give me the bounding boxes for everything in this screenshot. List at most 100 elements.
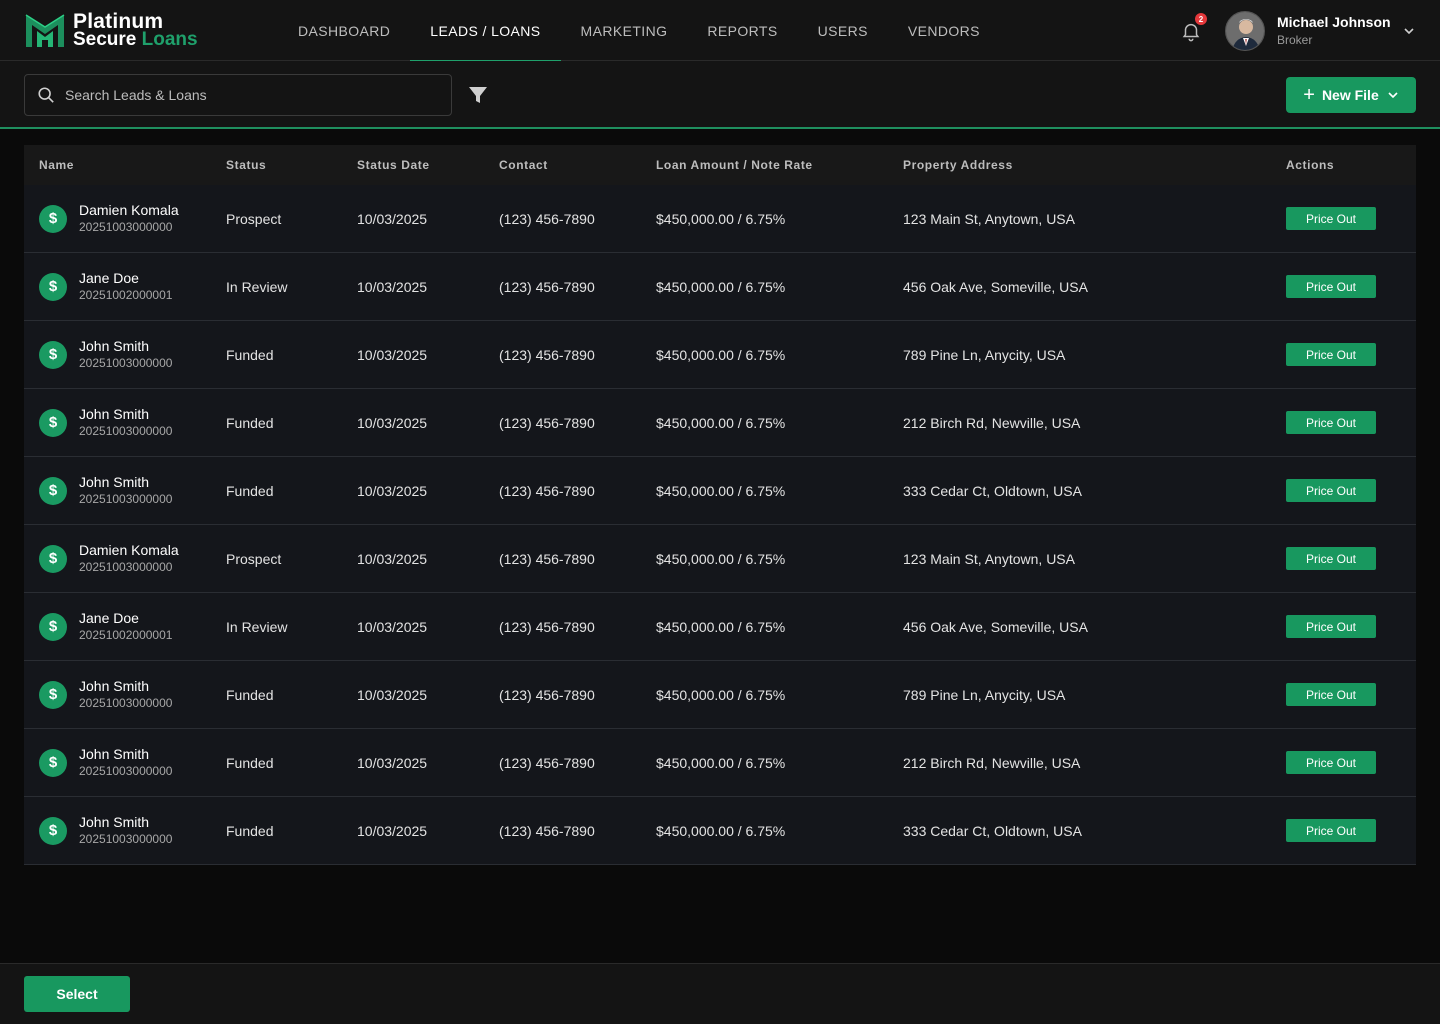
status-date-cell: 10/03/2025 <box>357 278 428 295</box>
borrower-name[interactable]: John Smith <box>79 406 172 423</box>
header-status-date[interactable]: Status Date <box>357 158 499 172</box>
table-row[interactable]: $ John Smith 20251003000000 Funded 10/03/202… <box>24 457 1416 525</box>
loan-id: 20251003000000 <box>79 559 173 574</box>
status-date-cell: 10/03/2025 <box>357 618 428 635</box>
actions-cell: Price Out <box>1286 751 1416 774</box>
borrower-name[interactable]: Damien Komala <box>79 202 179 219</box>
property-address-cell: 123 Main St, Anytown, USA <box>903 550 1075 567</box>
nav-reports[interactable]: REPORTS <box>687 0 797 61</box>
toolbar: + New File <box>0 61 1440 129</box>
logo-subtitle: Secure Loans <box>73 29 198 50</box>
select-button[interactable]: Select <box>24 976 130 1012</box>
table-row[interactable]: $ John Smith 20251003000000 Funded 10/03/202… <box>24 661 1416 729</box>
actions-cell: Price Out <box>1286 479 1416 502</box>
header-loan-amount[interactable]: Loan Amount / Note Rate <box>656 158 903 172</box>
contact-cell: (123) 456-7890 <box>499 482 595 499</box>
borrower-name[interactable]: Jane Doe <box>79 270 172 287</box>
contact-cell: (123) 456-7890 <box>499 686 595 703</box>
chevron-down-icon <box>1388 92 1398 99</box>
status-cell: Funded <box>226 482 274 499</box>
contact-cell: (123) 456-7890 <box>499 346 595 363</box>
price-out-button[interactable]: Price Out <box>1286 615 1376 638</box>
price-out-button[interactable]: Price Out <box>1286 683 1376 706</box>
new-file-button[interactable]: + New File <box>1286 77 1416 113</box>
search-input[interactable] <box>65 87 425 103</box>
property-address-cell: 123 Main St, Anytown, USA <box>903 210 1075 227</box>
property-address-cell: 456 Oak Ave, Someville, USA <box>903 618 1088 635</box>
borrower-name[interactable]: John Smith <box>79 474 172 491</box>
avatar[interactable] <box>1225 11 1265 51</box>
status-cell: Funded <box>226 754 274 771</box>
header-contact[interactable]: Contact <box>499 158 656 172</box>
price-out-button[interactable]: Price Out <box>1286 819 1376 842</box>
loan-amount-cell: $450,000.00 / 6.75% <box>656 550 786 567</box>
brand-logo[interactable]: Platinum Secure Loans <box>24 11 198 51</box>
price-out-button[interactable]: Price Out <box>1286 275 1376 298</box>
name-cell: $ John Smith 20251003000000 <box>24 814 226 848</box>
nav-dashboard[interactable]: DASHBOARD <box>278 0 410 61</box>
loan-id: 20251003000000 <box>79 355 173 370</box>
logo-mark-icon <box>25 14 65 47</box>
header-actions: Actions <box>1286 158 1335 172</box>
status-cell: Funded <box>226 686 274 703</box>
actions-cell: Price Out <box>1286 411 1416 434</box>
actions-cell: Price Out <box>1286 819 1416 842</box>
table-row[interactable]: $ John Smith 20251003000000 Funded 10/03/202… <box>24 321 1416 389</box>
loan-amount-cell: $450,000.00 / 6.75% <box>656 822 786 839</box>
borrower-name[interactable]: John Smith <box>79 814 172 831</box>
status-cell: In Review <box>226 278 288 295</box>
status-date-cell: 10/03/2025 <box>357 550 428 567</box>
loan-id: 20251003000000 <box>79 695 173 710</box>
actions-cell: Price Out <box>1286 683 1416 706</box>
table-row[interactable]: $ Jane Doe 20251002000001 In Review 10/03/20… <box>24 593 1416 661</box>
table-row[interactable]: $ John Smith 20251003000000 Funded 10/03/202… <box>24 729 1416 797</box>
filter-icon[interactable] <box>468 85 488 105</box>
nav-users[interactable]: USERS <box>798 0 888 61</box>
price-out-button[interactable]: Price Out <box>1286 547 1376 570</box>
chevron-down-icon[interactable] <box>1402 24 1416 38</box>
status-date-cell: 10/03/2025 <box>357 414 428 431</box>
price-out-button[interactable]: Price Out <box>1286 207 1376 230</box>
table-row[interactable]: $ Jane Doe 20251002000001 In Review 10/03/20… <box>24 253 1416 321</box>
loan-id: 20251002000001 <box>79 627 173 642</box>
property-address-cell: 456 Oak Ave, Someville, USA <box>903 278 1088 295</box>
borrower-name[interactable]: John Smith <box>79 678 172 695</box>
table-row[interactable]: $ Damien Komala 20251003000000 Prospect 10/0… <box>24 525 1416 593</box>
borrower-name[interactable]: Jane Doe <box>79 610 172 627</box>
search-icon <box>38 87 54 103</box>
price-out-button[interactable]: Price Out <box>1286 411 1376 434</box>
name-cell: $ John Smith 20251003000000 <box>24 474 226 508</box>
actions-cell: Price Out <box>1286 207 1416 230</box>
header-property-address[interactable]: Property Address <box>903 158 1286 172</box>
property-address-cell: 333 Cedar Ct, Oldtown, USA <box>903 482 1082 499</box>
status-cell: Funded <box>226 822 274 839</box>
search-box[interactable] <box>24 74 452 116</box>
nav-vendors[interactable]: VENDORS <box>888 0 1000 61</box>
header-name[interactable]: Name <box>24 158 226 172</box>
price-out-button[interactable]: Price Out <box>1286 343 1376 366</box>
table-row[interactable]: $ John Smith 20251003000000 Funded 10/03/202… <box>24 389 1416 457</box>
price-out-button[interactable]: Price Out <box>1286 751 1376 774</box>
dollar-icon: $ <box>39 544 67 573</box>
table-header: Name Status Status Date Contact Loan Amo… <box>24 145 1416 185</box>
actions-cell: Price Out <box>1286 615 1416 638</box>
contact-cell: (123) 456-7890 <box>499 550 595 567</box>
name-cell: $ John Smith 20251003000000 <box>24 406 226 440</box>
dollar-icon: $ <box>39 748 67 777</box>
table-row[interactable]: $ John Smith 20251003000000 Funded 10/03/202… <box>24 797 1416 865</box>
status-cell: Prospect <box>226 210 282 227</box>
status-date-cell: 10/03/2025 <box>357 482 428 499</box>
loan-amount-cell: $450,000.00 / 6.75% <box>656 754 786 771</box>
header-status[interactable]: Status <box>226 158 357 172</box>
borrower-name[interactable]: John Smith <box>79 746 172 763</box>
name-cell: $ Jane Doe 20251002000001 <box>24 270 226 304</box>
loan-amount-cell: $450,000.00 / 6.75% <box>656 482 786 499</box>
nav-leads-loans[interactable]: LEADS / LOANS <box>410 0 561 62</box>
status-cell: In Review <box>226 618 288 635</box>
borrower-name[interactable]: Damien Komala <box>79 542 179 559</box>
loan-id: 20251003000000 <box>79 423 173 438</box>
table-row[interactable]: $ Damien Komala 20251003000000 Prospect 10/0… <box>24 185 1416 253</box>
borrower-name[interactable]: John Smith <box>79 338 172 355</box>
nav-marketing[interactable]: MARKETING <box>561 0 688 61</box>
price-out-button[interactable]: Price Out <box>1286 479 1376 502</box>
